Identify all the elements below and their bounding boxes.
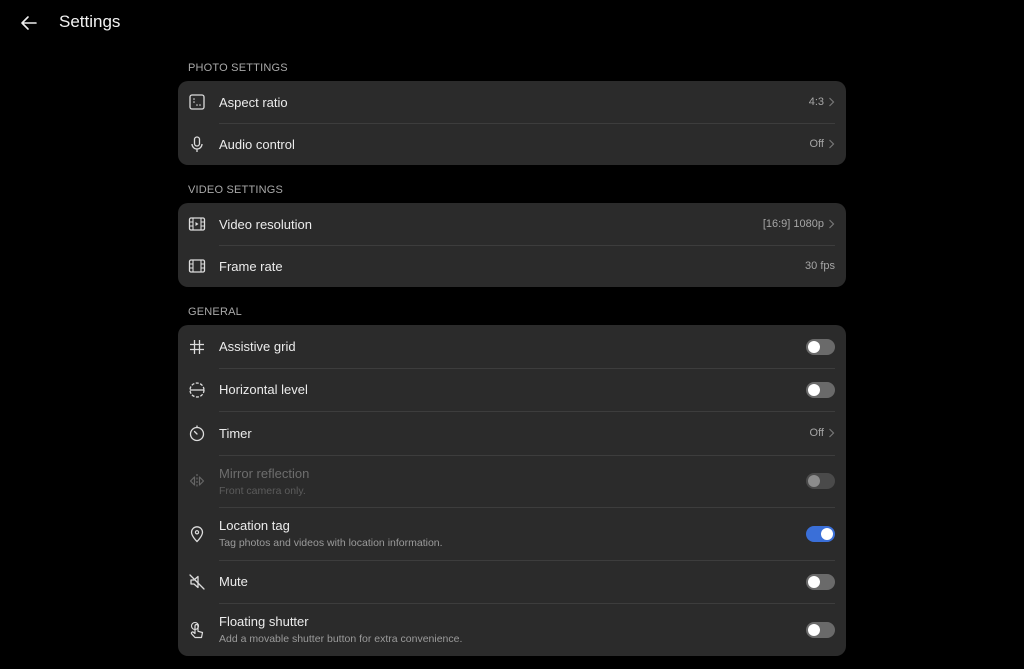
setting-value: Off [810,427,835,439]
photo-settings-card: Aspect ratio 4:3 Audio control Off [178,81,846,165]
setting-label: Audio control [219,136,295,152]
setting-label: Frame rate [219,258,283,274]
video-settings-card: Video resolution [16:9] 1080p Frame rate… [178,203,846,287]
chevron-right-icon [829,97,835,107]
setting-value: Off [810,138,835,150]
level-icon [188,381,206,399]
section-title-video: VIDEO SETTINGS [188,184,284,196]
setting-location-tag[interactable]: Location tag Tag photos and videos with … [178,507,846,560]
setting-label: Assistive grid [219,339,296,354]
setting-value: 4:3 [809,96,835,108]
aspect-ratio-value: 4:3 [808,96,824,108]
horizontal-level-toggle[interactable] [806,381,835,398]
page-title: Settings [59,12,121,31]
location-tag-toggle[interactable] [806,525,835,542]
mute-icon [188,573,206,591]
setting-description: Add a movable shutter button for extra c… [219,633,463,645]
aspect-ratio-icon [188,93,206,111]
setting-floating-shutter[interactable]: Floating shutter Add a movable shutter b… [178,603,846,656]
mute-toggle[interactable] [806,573,835,590]
floating-shutter-toggle[interactable] [806,621,835,638]
touch-hand-icon [188,621,206,639]
settings-list: PHOTO SETTINGS Aspect ratio 4:3 Audio co… [178,56,846,669]
setting-mirror-reflection: Mirror reflection Front camera only. [178,455,846,507]
microphone-icon [188,135,206,153]
general-settings-card: Assistive grid Horizontal level Timer Of… [178,325,846,656]
timer-icon [188,424,206,442]
timer-value: Off [809,427,824,439]
setting-description: Front camera only. [219,484,306,497]
assistive-grid-toggle[interactable] [806,338,835,355]
setting-label: Mute [219,574,248,589]
mirror-reflection-toggle [806,473,835,489]
toggle-knob [808,383,820,396]
top-bar: Settings [0,0,1024,44]
toggle-knob [808,340,820,353]
chevron-right-icon [829,139,835,149]
setting-label: Video resolution [219,216,312,232]
setting-value: [16:9] 1080p [763,218,835,230]
setting-value: 30 fps [805,260,835,272]
section-title-photo: PHOTO SETTINGS [188,62,288,74]
setting-frame-rate[interactable]: Frame rate 30 fps [178,245,846,287]
grid-icon [188,338,206,356]
toggle-knob [821,527,833,540]
mirror-icon [188,472,206,490]
setting-assistive-grid[interactable]: Assistive grid [178,325,846,368]
back-arrow-icon[interactable] [16,10,42,36]
film-icon [188,257,206,275]
setting-timer[interactable]: Timer Off [178,411,846,455]
setting-label: Mirror reflection [219,465,310,481]
setting-label: Floating shutter [219,614,309,629]
setting-description: Tag photos and videos with location info… [219,537,443,549]
setting-label: Location tag [219,518,290,533]
chevron-right-icon [829,428,835,438]
audio-control-value: Off [809,138,824,150]
setting-video-resolution[interactable]: Video resolution [16:9] 1080p [178,203,846,245]
film-icon [188,215,206,233]
setting-label: Aspect ratio [219,94,288,110]
frame-rate-value: 30 fps [805,260,835,272]
setting-label: Timer [219,425,252,441]
chevron-right-icon [829,219,835,229]
video-resolution-value: [16:9] 1080p [762,218,824,230]
setting-horizontal-level[interactable]: Horizontal level [178,368,846,411]
section-title-general: GENERAL [188,306,242,318]
toggle-knob [808,623,820,636]
location-pin-icon [188,525,206,543]
setting-aspect-ratio[interactable]: Aspect ratio 4:3 [178,81,846,123]
setting-label: Horizontal level [219,382,308,397]
toggle-knob [808,475,820,487]
setting-audio-control[interactable]: Audio control Off [178,123,846,165]
setting-mute[interactable]: Mute [178,560,846,603]
toggle-knob [808,575,820,588]
